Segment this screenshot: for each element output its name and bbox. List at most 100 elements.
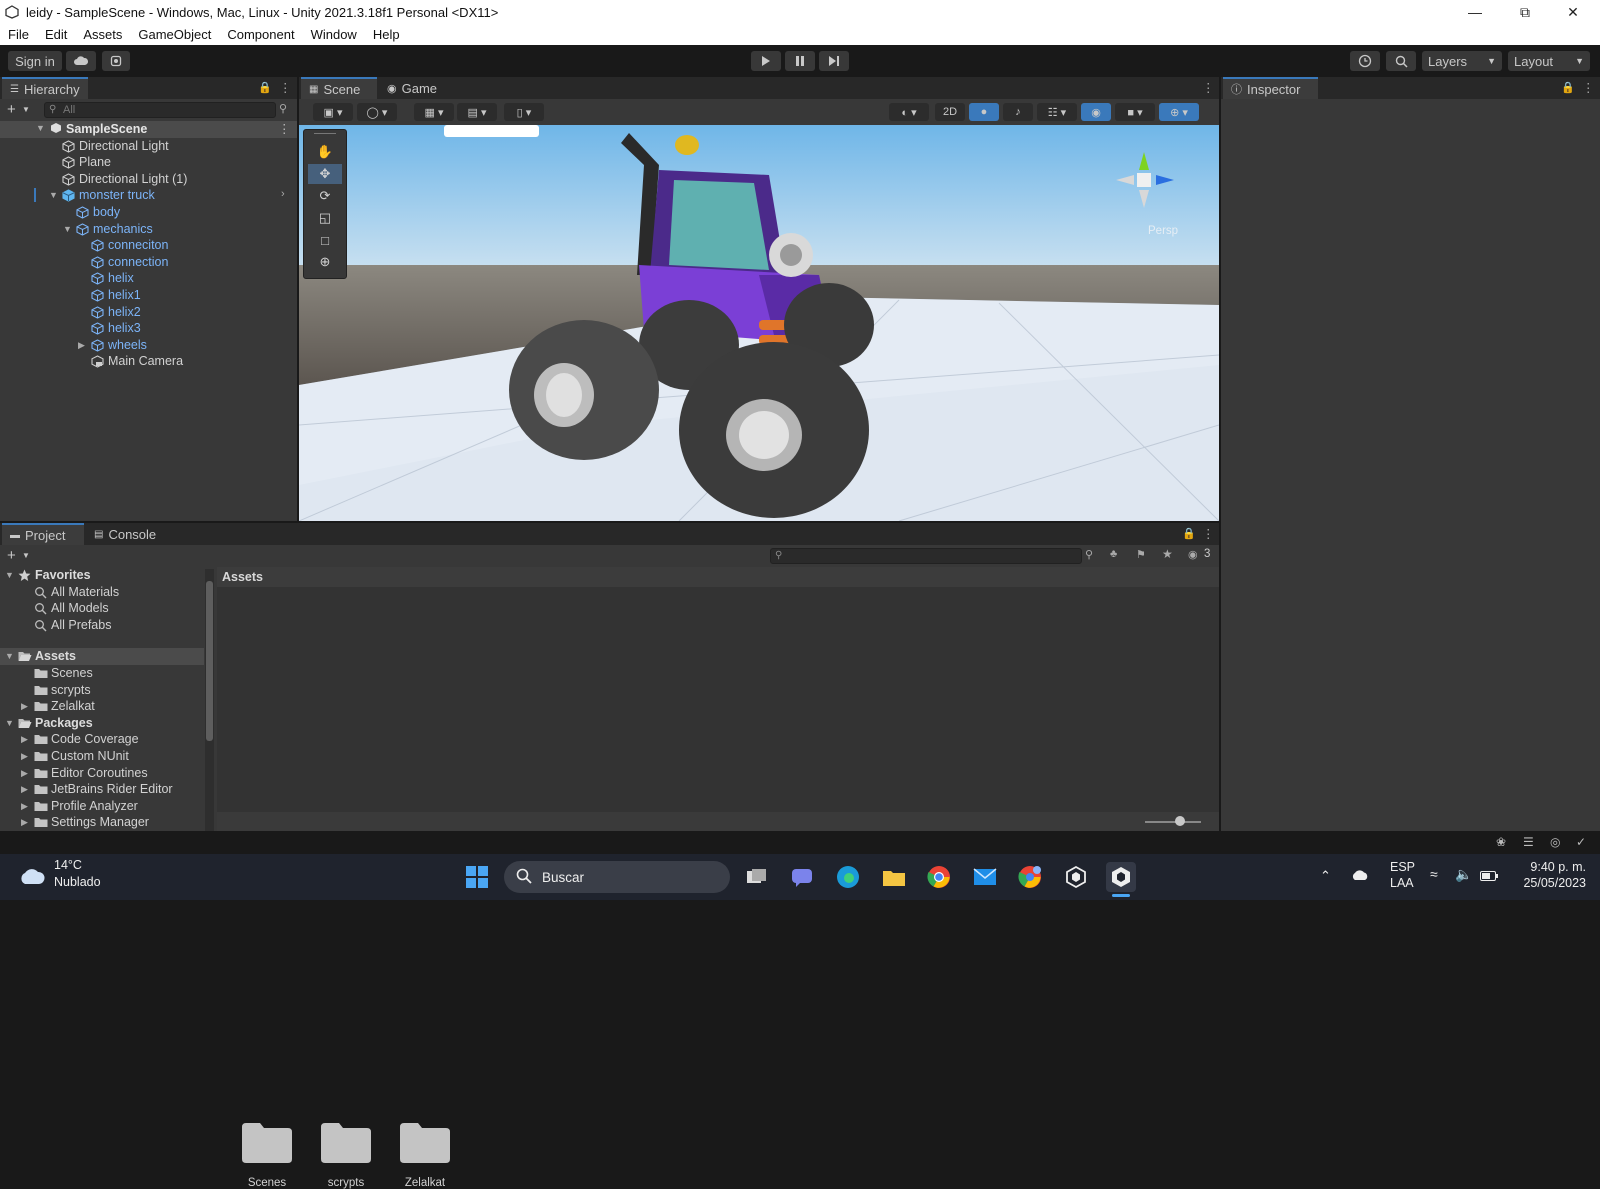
project-tree-section[interactable]: ▼ Favorites [0,567,204,584]
tab-project[interactable]: ▬ Project [2,523,84,545]
edge-browser-icon[interactable] [833,862,863,892]
2d-toggle[interactable]: 2D [935,103,965,121]
grid-snap-dropdown[interactable]: ▦ ▾ [414,103,454,121]
project-tree-item[interactable]: All Models [0,600,204,617]
restore-icon[interactable]: ⧉ [1502,0,1548,24]
project-tree-item[interactable]: ▶ Editor Coroutines [0,765,204,782]
collapsed-arrow-icon[interactable]: ▶ [78,340,85,351]
hierarchy-item[interactable]: helix [0,270,297,287]
scene-viewport[interactable]: Persp ✋ ✥ ⟳ ◱ □ ⊕ [299,125,1219,521]
add-icon[interactable]: + [7,547,16,564]
debug-icon[interactable]: ❀ [1496,835,1506,849]
collapsed-arrow-icon[interactable]: ▶ [21,784,28,795]
clock-time[interactable]: 9:40 p. m. [1516,860,1586,874]
unity-editor-icon[interactable] [1106,862,1136,892]
filter-type-icon[interactable]: ♣ [1110,548,1117,560]
language-region[interactable]: LAA [1390,876,1414,890]
expand-arrow-icon[interactable]: ▼ [5,718,14,728]
project-tree-section[interactable]: ▼ Packages [0,715,204,732]
kebab-menu-icon[interactable]: ⋮ [1202,80,1215,95]
lock-icon[interactable]: 🔒 [258,81,272,94]
tab-scene[interactable]: ▦ Scene [301,77,377,99]
wifi-icon[interactable]: ≈ [1430,866,1438,882]
chrome-icon[interactable] [924,862,954,892]
camera-dropdown[interactable]: ■ ▾ [1115,103,1155,121]
collapsed-arrow-icon[interactable]: ▶ [21,701,28,712]
hierarchy-item[interactable]: Main Camera [0,353,297,370]
tab-game[interactable]: ◉ Game [379,77,445,99]
minimize-icon[interactable]: — [1452,0,1498,24]
project-tree-item[interactable]: ▶ Zelalkat [0,698,204,715]
effects-dropdown[interactable]: ☷ ▾ [1037,103,1077,121]
audio-toggle-icon[interactable]: ♪ [1003,103,1033,121]
play-button[interactable] [751,51,781,71]
lock-icon[interactable]: 🔒 [1182,527,1196,540]
weather-cloud-icon[interactable] [18,866,46,889]
cache-server-icon[interactable]: ☰ [1523,835,1534,849]
layers-dropdown[interactable]: Layers ▼ [1422,51,1502,71]
file-explorer-icon[interactable] [879,862,909,892]
volume-icon[interactable]: 🔈 [1455,866,1472,883]
kebab-menu-icon[interactable]: ⋮ [1202,526,1215,541]
unity-hub-icon[interactable] [1061,862,1091,892]
project-tree-item[interactable]: ▶ JetBrains Rider Editor [0,781,204,798]
collapsed-arrow-icon[interactable]: ▶ [21,817,28,828]
project-tree-item[interactable]: ▶ Profile Analyzer [0,798,204,815]
asset-folder-zelalkat[interactable]: Zelalkat [390,1121,460,1189]
menu-help[interactable]: Help [365,27,408,42]
hierarchy-item[interactable]: helix3 [0,320,297,337]
collapsed-arrow-icon[interactable]: ▶ [21,768,28,779]
expand-arrow-icon[interactable]: ▼ [36,123,45,133]
hidden-packages-icon[interactable]: ◉ [1188,548,1198,561]
clock-date[interactable]: 25/05/2023 [1516,876,1586,890]
tree-scrollbar[interactable] [205,569,214,831]
menu-gameobject[interactable]: GameObject [130,27,219,42]
hierarchy-item[interactable]: Directional Light [0,138,297,155]
kebab-menu-icon[interactable]: ⋮ [1582,80,1595,95]
hand-tool-icon[interactable]: ✋ [308,142,342,162]
scene-header-row[interactable]: ▼ SampleScene ⋮ [0,121,297,138]
language-code[interactable]: ESP [1390,860,1415,874]
zoom-slider-track[interactable] [1145,821,1201,823]
hierarchy-item[interactable]: helix2 [0,304,297,321]
sign-in-button[interactable]: Sign in [8,51,62,71]
persp-label[interactable]: Persp [1148,225,1178,237]
asset-folder-scenes[interactable]: Scenes [232,1121,302,1189]
kebab-menu-icon[interactable]: ⋮ [279,80,292,95]
project-tree-item[interactable]: ▶ Code Coverage [0,731,204,748]
asset-folder-scrypts[interactable]: scrypts [311,1121,381,1189]
pause-button[interactable] [785,51,815,71]
hierarchy-item[interactable]: Plane [0,154,297,171]
hierarchy-item[interactable]: ▼ monster truck › [0,187,297,204]
scale-tool-icon[interactable]: ◱ [308,208,342,228]
history-icon[interactable] [1350,51,1380,71]
project-tree-item[interactable]: ▶ Settings Manager [0,814,204,831]
draw-mode-dropdown[interactable]: ▣ ▾ [313,103,353,121]
hierarchy-item[interactable]: connection [0,254,297,271]
chevron-up-icon[interactable]: ⌃ [1320,868,1331,884]
hierarchy-item[interactable]: helix1 [0,287,297,304]
taskbar-search[interactable]: Buscar [504,861,730,893]
mail-icon[interactable] [970,862,1000,892]
rect-tool-icon[interactable]: □ [308,230,342,250]
lighting-toggle-icon[interactable]: ● [969,103,999,121]
onedrive-cloud-icon[interactable] [1350,869,1370,884]
kebab-menu-icon[interactable]: ⋮ [278,121,291,136]
menu-file[interactable]: File [0,27,37,42]
add-icon[interactable]: + [7,101,16,118]
project-tree-section[interactable]: ▼ Assets [0,648,204,665]
project-tree-item[interactable]: All Prefabs [0,617,204,634]
collapsed-arrow-icon[interactable]: ▶ [21,801,28,812]
check-icon[interactable]: ✓ [1576,835,1586,849]
menu-assets[interactable]: Assets [75,27,130,42]
teams-chat-icon[interactable] [787,862,817,892]
search-icon[interactable] [1386,51,1416,71]
tree-scrollbar-thumb[interactable] [206,581,213,741]
lock-icon[interactable]: 🔒 [1561,81,1575,94]
step-button[interactable] [819,51,849,71]
tab-console[interactable]: ▤ Console [86,523,164,545]
hierarchy-search-input[interactable]: ⚲ All [44,102,276,118]
menu-edit[interactable]: Edit [37,27,75,42]
expand-arrow-icon[interactable]: ▼ [5,570,14,580]
tab-inspector[interactable]: ⓘ Inspector [1223,77,1318,99]
